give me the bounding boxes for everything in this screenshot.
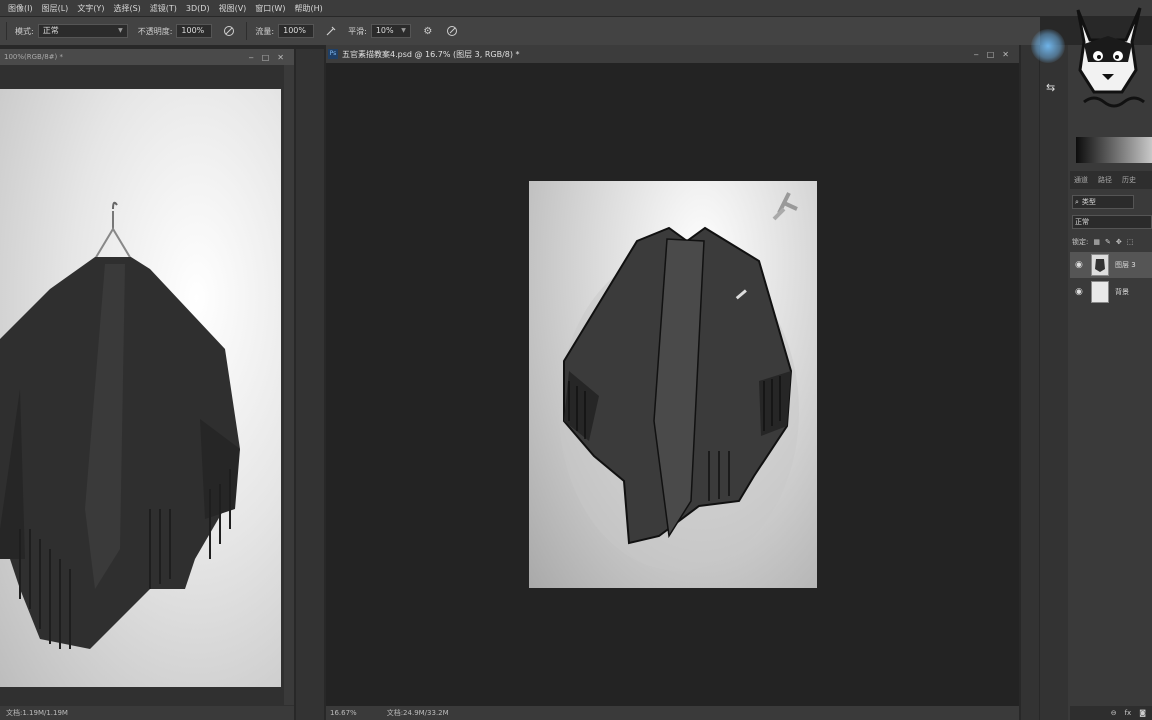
blend-mode-value: 正常 bbox=[1075, 218, 1089, 226]
layer-thumbnail bbox=[1091, 281, 1109, 303]
menu-help[interactable]: 帮助(H) bbox=[294, 3, 322, 14]
poncho-drawing bbox=[559, 192, 799, 571]
search-icon: ⌕ bbox=[1075, 197, 1079, 206]
layers-panel-footer: ⊖ fx ◙ bbox=[1070, 706, 1152, 720]
lock-transparency-icon[interactable]: ▦ bbox=[1093, 238, 1100, 246]
smoothing-label: 平滑: bbox=[348, 26, 367, 36]
eye-icon[interactable]: ◉ bbox=[1075, 260, 1085, 270]
minimize-icon[interactable]: ‒ bbox=[249, 53, 254, 62]
layers-panel: 通道 路径 历史 ⌕ 类型 正常 锁定: ▦ ✎ ✥ ⬚ ◉ 图层 3 ◉ 背景… bbox=[1070, 45, 1152, 720]
flow-field[interactable]: 100% bbox=[278, 24, 315, 38]
adjustments-icon[interactable]: ⇆ bbox=[1046, 81, 1055, 94]
layer-filter-value: 类型 bbox=[1081, 198, 1096, 206]
reference-status-bar: 文档:1.19M/1.19M bbox=[0, 706, 294, 720]
menu-3d[interactable]: 3D(D) bbox=[186, 4, 210, 13]
smoothing-value: 10% bbox=[375, 26, 394, 35]
maximize-icon[interactable]: □ bbox=[262, 53, 270, 62]
reference-title: 100%(RGB/8#) * bbox=[4, 53, 63, 61]
mode-select[interactable]: 正常 ▼ bbox=[37, 24, 128, 38]
main-canvas[interactable] bbox=[529, 181, 817, 588]
layer-name: 背景 bbox=[1115, 288, 1129, 296]
minimize-icon[interactable]: ‒ bbox=[974, 50, 979, 59]
pressure-opacity-icon[interactable] bbox=[222, 24, 236, 38]
zoom-level[interactable]: 16.67% bbox=[330, 709, 357, 717]
document-tab-title: 五官素描教案4.psd @ 16.7% (图层 3, RGB/8) * bbox=[342, 49, 520, 59]
options-divider bbox=[6, 22, 7, 40]
reference-scrollbar[interactable] bbox=[284, 65, 294, 705]
poncho-photo bbox=[0, 201, 240, 649]
add-mask-icon[interactable]: ◙ bbox=[1139, 709, 1146, 717]
menu-type[interactable]: 文字(Y) bbox=[77, 3, 104, 14]
lock-pixels-icon[interactable]: ✎ bbox=[1105, 238, 1111, 246]
tab-channels[interactable]: 通道 bbox=[1074, 175, 1088, 185]
main-status-bar: 16.67% 文档:24.9M/33.2M bbox=[326, 706, 1019, 720]
menu-filter[interactable]: 滤镜(T) bbox=[150, 3, 177, 14]
opacity-value: 100% bbox=[181, 26, 205, 35]
flow-value: 100% bbox=[283, 26, 306, 35]
panel-tabs: 通道 路径 历史 bbox=[1070, 171, 1152, 189]
reference-photo-canvas[interactable] bbox=[0, 89, 281, 687]
lock-artboard-icon[interactable]: ⬚ bbox=[1127, 238, 1134, 246]
ps-file-icon: Ps bbox=[328, 49, 338, 59]
window-gutter bbox=[1021, 45, 1039, 720]
panel-icon-column: ⇆ bbox=[1040, 45, 1068, 720]
layer-name: 图层 3 bbox=[1115, 261, 1136, 269]
mode-value: 正常 bbox=[42, 26, 59, 35]
close-icon[interactable]: ✕ bbox=[277, 53, 284, 62]
window-gutter bbox=[296, 49, 324, 720]
menu-select[interactable]: 选择(S) bbox=[113, 3, 140, 14]
mode-label: 模式: bbox=[15, 26, 34, 36]
lock-row: 锁定: ▦ ✎ ✥ ⬚ bbox=[1072, 235, 1152, 249]
doc-size-info: 文档:24.9M/33.2M bbox=[386, 709, 449, 717]
menu-image[interactable]: 图像(I) bbox=[8, 3, 33, 14]
reference-doc-size: 文档:1.19M/1.19M bbox=[6, 709, 68, 717]
menu-layer[interactable]: 图层(L) bbox=[42, 3, 69, 14]
gear-icon[interactable]: ⚙ bbox=[421, 24, 435, 38]
layer-thumbnail bbox=[1091, 254, 1109, 276]
fx-button[interactable]: fx bbox=[1125, 709, 1132, 717]
mascot-watermark bbox=[1076, 7, 1145, 108]
opacity-field[interactable]: 100% bbox=[176, 24, 213, 38]
link-layers-icon[interactable]: ⊖ bbox=[1111, 709, 1117, 717]
window-controls: ‒ □ ✕ bbox=[974, 50, 1019, 59]
smoothing-field[interactable]: 10% ▼ bbox=[370, 24, 411, 38]
tab-paths[interactable]: 路径 bbox=[1098, 175, 1112, 185]
tab-history[interactable]: 历史 bbox=[1122, 175, 1136, 185]
pressure-size-icon[interactable] bbox=[445, 24, 459, 38]
tool-options-bar: 模式: 正常 ▼ 不透明度: 100% 流量: 100% 平滑: 10% ▼ ⚙ bbox=[0, 17, 1040, 45]
menu-bar: 图像(I) 图层(L) 文字(Y) 选择(S) 滤镜(T) 3D(D) 视图(V… bbox=[0, 0, 1152, 16]
lock-position-icon[interactable]: ✥ bbox=[1116, 238, 1122, 246]
photoshop-window: 图像(I) 图层(L) 文字(Y) 选择(S) 滤镜(T) 3D(D) 视图(V… bbox=[0, 0, 1152, 720]
cursor-highlight bbox=[1031, 29, 1065, 63]
close-icon[interactable]: ✕ bbox=[1002, 50, 1009, 59]
blend-mode-select[interactable]: 正常 bbox=[1072, 215, 1152, 229]
menu-view[interactable]: 视图(V) bbox=[219, 3, 247, 14]
lock-label: 锁定: bbox=[1072, 238, 1089, 246]
options-divider bbox=[246, 22, 248, 40]
document-tab-bar: Ps 五官素描教案4.psd @ 16.7% (图层 3, RGB/8) * ‒… bbox=[326, 45, 1019, 63]
menu-window[interactable]: 窗口(W) bbox=[255, 3, 285, 14]
airbrush-icon[interactable] bbox=[324, 24, 338, 38]
eye-icon[interactable]: ◉ bbox=[1075, 287, 1085, 297]
chevron-down-icon: ▼ bbox=[118, 27, 123, 34]
main-document-window: Ps 五官素描教案4.psd @ 16.7% (图层 3, RGB/8) * ‒… bbox=[326, 45, 1019, 720]
layer-filter-select[interactable]: ⌕ 类型 bbox=[1072, 195, 1134, 209]
reference-title-bar[interactable]: 100%(RGB/8#) * ‒ □ ✕ bbox=[0, 49, 294, 65]
gradient-preview[interactable] bbox=[1076, 137, 1152, 163]
right-panel-dock: ⇆ 通道 路径 历史 ⌕ 类型 正常 锁定: ▦ ✎ ✥ ⬚ ◉ 图层 3 ◉ … bbox=[1040, 45, 1152, 720]
maximize-icon[interactable]: □ bbox=[987, 50, 995, 59]
window-controls: ‒ □ ✕ bbox=[249, 53, 294, 62]
layer-row[interactable]: ◉ 背景 bbox=[1070, 279, 1152, 305]
reference-document-window: 100%(RGB/8#) * ‒ □ ✕ 文档:1.19M/1.19M bbox=[0, 49, 294, 720]
layer-row[interactable]: ◉ 图层 3 bbox=[1070, 252, 1152, 278]
document-tab[interactable]: Ps 五官素描教案4.psd @ 16.7% (图层 3, RGB/8) * bbox=[328, 49, 520, 60]
opacity-label: 不透明度: bbox=[137, 26, 173, 36]
chevron-down-icon: ▼ bbox=[401, 27, 406, 34]
flow-label: 流量: bbox=[255, 26, 275, 36]
